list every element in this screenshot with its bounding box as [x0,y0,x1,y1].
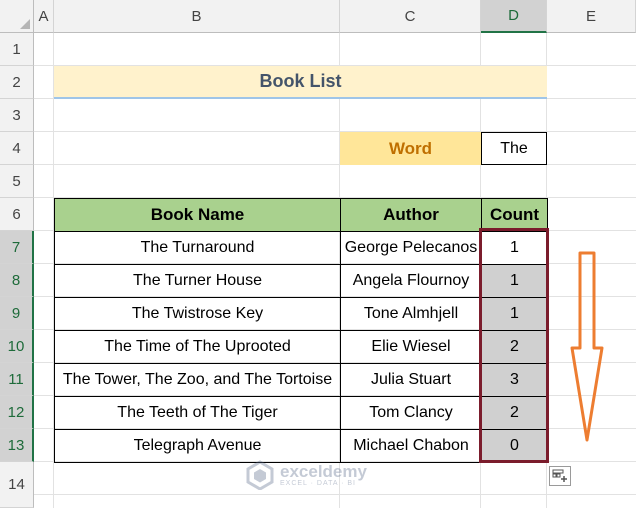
row-header-11[interactable]: 11 [0,363,34,396]
row-header-2[interactable]: 2 [0,66,34,99]
book-name-cell[interactable]: The Teeth of The Tiger [54,396,341,430]
select-all-corner[interactable] [0,0,34,33]
row-header-10[interactable]: 10 [0,330,34,363]
header-author[interactable]: Author [340,198,482,232]
author-cell[interactable]: Julia Stuart [340,363,482,397]
table-header-row: Book Name Author Count [54,198,548,232]
table-row: The Time of The Uprooted Elie Wiesel 2 [54,330,548,364]
author-cell[interactable]: Tone Almhjell [340,297,482,331]
table-row: The Teeth of The Tiger Tom Clancy 2 [54,396,548,430]
quick-analysis-button[interactable] [549,466,571,486]
watermark-name: exceldemy [280,461,367,481]
row-header-14[interactable]: 14 [0,462,34,508]
row-header-7[interactable]: 7 [0,231,34,264]
row-header-3[interactable]: 3 [0,99,34,132]
column-header-b[interactable]: B [54,0,340,33]
book-name-cell[interactable]: The Turner House [54,264,341,298]
row-header-12[interactable]: 12 [0,396,34,429]
header-count[interactable]: Count [481,198,548,232]
book-table: Book Name Author Count The Turnaround Ge… [54,198,548,463]
column-header-e[interactable]: E [547,0,636,33]
exceldemy-logo-icon [246,460,274,490]
column-header-d[interactable]: D [481,0,547,33]
table-row: The Twistrose Key Tone Almhjell 1 [54,297,548,331]
book-name-cell[interactable]: The Time of The Uprooted [54,330,341,364]
row-header-13[interactable]: 13 [0,429,34,462]
row-header-8[interactable]: 8 [0,264,34,297]
gridline [34,494,636,495]
column-header-c[interactable]: C [340,0,481,33]
row-header-4[interactable]: 4 [0,132,34,165]
count-highlight-box [479,228,549,463]
author-cell[interactable]: Elie Wiesel [340,330,482,364]
row-header-1[interactable]: 1 [0,33,34,66]
author-cell[interactable]: Angela Flournoy [340,264,482,298]
watermark-tagline: EXCEL · DATA · BI [280,479,356,487]
header-book-name[interactable]: Book Name [54,198,341,232]
book-name-cell[interactable]: The Tower, The Zoo, and The Tortoise [54,363,341,397]
title-cell[interactable]: Book List [54,66,547,99]
down-arrow-icon [570,251,604,442]
table-row: The Turnaround George Pelecanos 1 [54,231,548,265]
table-row: The Turner House Angela Flournoy 1 [54,264,548,298]
row-header-9[interactable]: 9 [0,297,34,330]
author-cell[interactable]: Tom Clancy [340,396,482,430]
row-header-6[interactable]: 6 [0,198,34,231]
word-label-cell[interactable]: Word [340,132,481,165]
book-name-cell[interactable]: The Turnaround [54,231,341,265]
column-header-a[interactable]: A [34,0,54,33]
table-row: The Tower, The Zoo, and The Tortoise Jul… [54,363,548,397]
quick-analysis-icon [552,469,567,482]
row-header-5[interactable]: 5 [0,165,34,198]
word-value-cell[interactable]: The [481,132,547,165]
author-cell[interactable]: George Pelecanos [340,231,482,265]
watermark: exceldemy EXCEL · DATA · BI [245,458,385,492]
book-name-cell[interactable]: The Twistrose Key [54,297,341,331]
